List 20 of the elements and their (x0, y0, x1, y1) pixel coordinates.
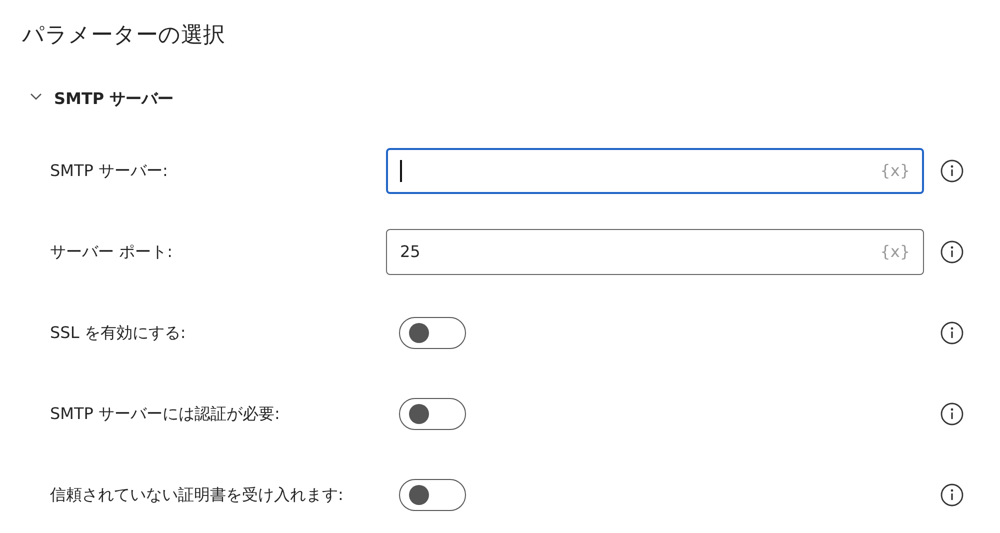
section-header[interactable]: SMTP サーバー (30, 87, 174, 111)
input-field[interactable]: {x} (386, 148, 924, 194)
toggle-switch[interactable] (399, 398, 466, 430)
info-icon[interactable] (940, 482, 964, 506)
toggle-switch[interactable] (399, 316, 466, 348)
field-label: 信頼されていない証明書を受け入れます: (49, 484, 344, 506)
dialog-title: パラメーターの選択 (22, 22, 225, 50)
info-icon[interactable] (940, 158, 964, 182)
field-label: SMTP サーバーには認証が必要: (49, 402, 281, 424)
text-cursor (400, 160, 402, 182)
input-field[interactable]: 25 {x} (386, 228, 924, 274)
toggle-switch[interactable] (399, 478, 466, 510)
info-icon[interactable] (940, 320, 964, 344)
info-icon[interactable] (940, 240, 964, 264)
info-icon[interactable] (940, 402, 964, 426)
field-label: SMTP サーバー: (49, 160, 169, 182)
field-label: SSL を有効にする: (49, 322, 187, 344)
field-label: サーバー ポート: (49, 240, 174, 262)
variable-button[interactable]: {x} (880, 240, 910, 264)
variable-button[interactable]: {x} (880, 158, 910, 182)
